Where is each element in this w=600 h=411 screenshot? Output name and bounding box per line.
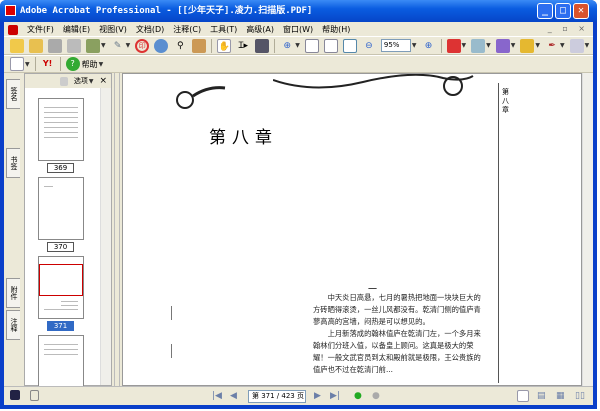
- create-pdf-task-icon[interactable]: [446, 38, 461, 53]
- next-page-button[interactable]: ▶: [314, 391, 321, 401]
- panel-close-button[interactable]: ×: [99, 76, 107, 86]
- review-comment-icon[interactable]: [471, 38, 486, 53]
- picture-tasks-icon[interactable]: [192, 38, 207, 53]
- document-scrollbar[interactable]: [582, 73, 593, 386]
- open-icon[interactable]: [29, 38, 43, 53]
- menu-view[interactable]: 视图(V): [99, 24, 127, 35]
- help-icon: ?: [65, 57, 80, 71]
- sign-pen-icon[interactable]: ✒: [545, 39, 559, 53]
- stamp-icon[interactable]: 印: [135, 38, 150, 53]
- body-text: 中天炎日高悬，七月的暑热把地面一块块巨大的方砖晒得滚烫，一丝儿风都没有。乾清门侧…: [313, 292, 483, 376]
- tab-comments[interactable]: 注释: [6, 310, 20, 340]
- document-view: 第八章 第八章 一 中天炎日高悬，七月的暑热把地面一块块巨大的方砖晒得滚烫，一丝…: [122, 73, 582, 386]
- hand-tool-icon[interactable]: ✋: [217, 38, 232, 53]
- create-pdf-icon[interactable]: [10, 38, 24, 53]
- thumbnail-page-label[interactable]: 369: [47, 163, 74, 173]
- thumbnail-page-label-selected[interactable]: 371: [47, 321, 74, 331]
- forms-icon[interactable]: [495, 38, 510, 53]
- trash-icon[interactable]: [59, 76, 68, 86]
- email-icon[interactable]: [86, 38, 100, 53]
- zoom-in-icon[interactable]: ⊕: [422, 39, 436, 53]
- select-text-icon[interactable]: Ɪ▸: [236, 39, 250, 53]
- page-thumbnail[interactable]: [38, 177, 84, 240]
- navigation-tabs: 签名 书签 附件 注释: [4, 73, 22, 386]
- continuous-layout-icon[interactable]: ▤: [537, 391, 546, 401]
- menu-advanced[interactable]: 高级(A): [246, 24, 274, 35]
- options-menu[interactable]: 选项: [74, 76, 88, 86]
- previous-page-button[interactable]: ◀: [230, 391, 237, 401]
- next-view-icon[interactable]: ●: [372, 391, 380, 401]
- yahoo-icon[interactable]: Y!: [41, 57, 55, 71]
- paragraph: 上月新落成的翰林值庐在乾清门左，一个多月来翰林们分班入值，以备皇上顾问。这真是极…: [313, 329, 481, 374]
- panel-scrollbar[interactable]: [100, 88, 111, 385]
- menu-tools[interactable]: 工具(T): [210, 24, 237, 35]
- advanced-editing-icon[interactable]: [569, 38, 584, 53]
- continuous-facing-layout-icon[interactable]: ▦: [556, 391, 565, 401]
- page-thumbnail-current[interactable]: [38, 256, 84, 319]
- previous-view-icon[interactable]: ●: [354, 391, 362, 401]
- minimize-button[interactable]: _: [537, 3, 553, 19]
- help-button[interactable]: 帮助: [82, 59, 98, 70]
- main-toolbar: ▼ ✎ ▼ 印 ⚲ ✋ Ɪ▸ ⊕ ▼ ⊖ 95% ▼ ⊕ ▼ ▼ ▼ ▼ ✒ ▼ ▼: [4, 36, 593, 55]
- snapshot-icon[interactable]: [255, 38, 270, 53]
- zoom-in-tool-icon[interactable]: ⊕: [280, 39, 294, 53]
- zoom-out-icon[interactable]: ⊖: [362, 39, 376, 53]
- menu-comments[interactable]: 注释(C): [173, 24, 201, 35]
- menu-bar: 文件(F) 编辑(E) 视图(V) 文档(D) 注释(C) 工具(T) 高级(A…: [4, 22, 593, 37]
- menu-window[interactable]: 窗口(W): [283, 24, 313, 35]
- secure-lock-icon[interactable]: [520, 38, 535, 53]
- tab-bookmarks[interactable]: 书签: [6, 148, 20, 178]
- pages-panel: 选项 ▼ × 369 370 371: [24, 73, 112, 398]
- facing-layout-icon[interactable]: ▯▯: [575, 391, 585, 401]
- save-icon[interactable]: [48, 38, 62, 53]
- document-window-controls[interactable]: _ ▫ ×: [548, 24, 589, 33]
- title-bar: Adobe Acrobat Professional - [[少年天子].凌力.…: [0, 0, 597, 22]
- fit-page-icon[interactable]: [323, 38, 338, 53]
- tab-attachments[interactable]: 附件: [6, 278, 20, 308]
- thumbnail-page-label[interactable]: 370: [47, 242, 74, 252]
- attach-icon[interactable]: ✎: [111, 39, 125, 53]
- paragraph: 中天炎日高悬，七月的暑热把地面一块块巨大的方砖晒得滚烫，一丝儿风都没有。乾清门侧…: [313, 293, 481, 326]
- single-page-layout-icon[interactable]: [517, 390, 529, 402]
- visible-area-frame[interactable]: [39, 264, 83, 296]
- menu-help[interactable]: 帮助(H): [322, 24, 350, 35]
- running-head: 第八章: [502, 88, 509, 114]
- chapter-title: 第八章: [209, 128, 278, 148]
- last-page-button[interactable]: ▶|: [330, 391, 340, 401]
- status-bar: |◀ ◀ 第 371 / 423 页 ▶ ▶| ● ● ▤ ▦ ▯▯: [4, 386, 593, 405]
- print-icon[interactable]: [67, 38, 81, 53]
- show-navigation-icon[interactable]: [10, 390, 20, 400]
- tab-signatures[interactable]: 签名: [6, 79, 20, 109]
- rose-ornament-icon: [176, 86, 226, 109]
- search-binoculars-icon[interactable]: ⚲: [173, 39, 187, 53]
- menu-file[interactable]: 文件(F): [27, 24, 54, 35]
- page-tool-icon[interactable]: [10, 57, 24, 71]
- window-title: Adobe Acrobat Professional - [[少年天子].凌力.…: [20, 6, 313, 16]
- fit-width-icon[interactable]: [342, 38, 357, 53]
- document-icon: [8, 24, 18, 35]
- ornament-top-icon: [273, 74, 474, 96]
- secondary-toolbar: ▼ Y! ? 帮助 ▼: [4, 55, 593, 73]
- app-window: Adobe Acrobat Professional - [[少年天子].凌力.…: [0, 0, 597, 409]
- menu-document[interactable]: 文档(D): [136, 24, 164, 35]
- acrobat-icon: [5, 5, 16, 16]
- menu-edit[interactable]: 编辑(E): [63, 24, 90, 35]
- maximize-button[interactable]: □: [555, 3, 571, 19]
- page-number-input[interactable]: 第 371 / 423 页: [248, 390, 306, 403]
- panel-splitter[interactable]: [114, 73, 120, 386]
- close-button[interactable]: ✕: [573, 3, 589, 19]
- page-thumbnail[interactable]: [38, 98, 84, 161]
- page-properties-icon[interactable]: [30, 390, 39, 401]
- web-icon[interactable]: [154, 38, 169, 53]
- zoom-input[interactable]: 95%: [380, 39, 411, 52]
- first-page-button[interactable]: |◀: [212, 391, 222, 401]
- actual-size-icon[interactable]: [304, 38, 319, 53]
